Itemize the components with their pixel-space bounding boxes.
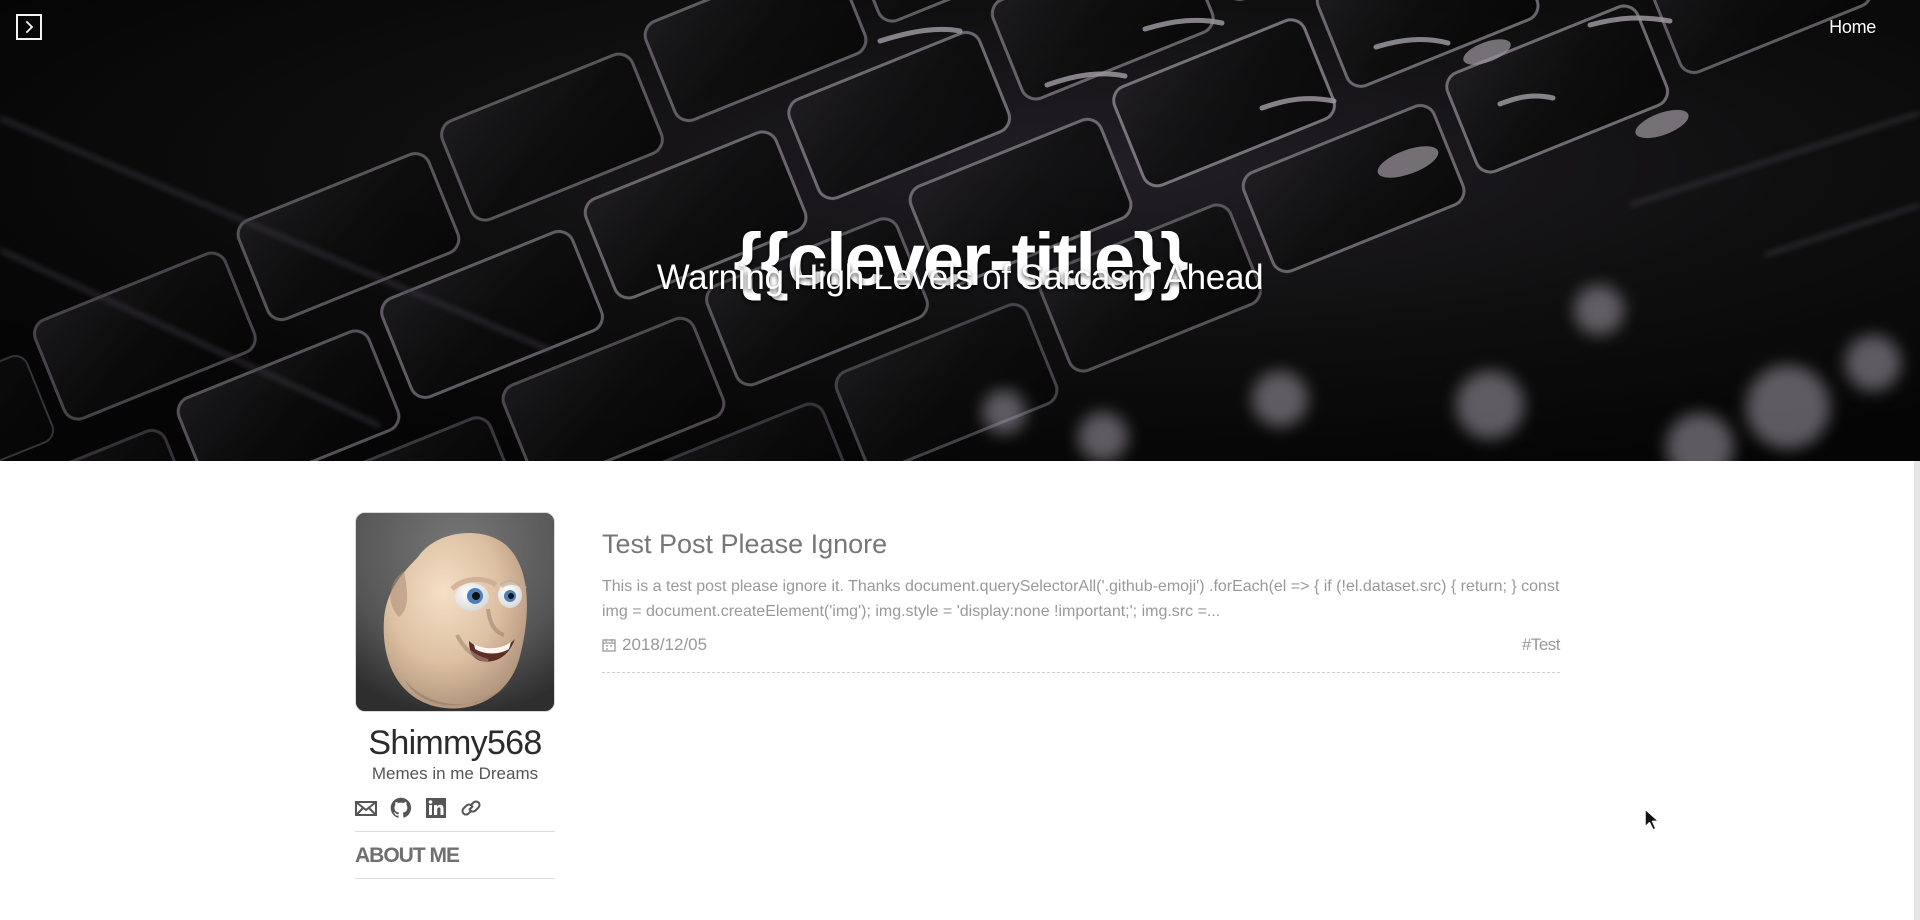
external-link[interactable] (460, 797, 482, 819)
profile-bio: Memes in me Dreams (371, 764, 539, 783)
post-card: Test Post Please Ignore This is a test p… (602, 528, 1561, 673)
link-icon (461, 800, 481, 816)
profile-sidebar: Shimmy568 Memes in me Dreams ABOUT ME (355, 512, 555, 887)
post-tag-link[interactable]: #Test (1522, 632, 1561, 658)
mail-icon (355, 801, 377, 816)
github-icon (390, 797, 412, 818)
linkedin-link[interactable] (425, 797, 447, 819)
vertical-scrollbar[interactable] (1914, 461, 1920, 920)
site-subtitle: Warning High Levels of Sarcasm Ahead (656, 258, 1264, 297)
email-link[interactable] (355, 797, 377, 819)
chevron-right-icon (25, 20, 34, 34)
avatar (355, 512, 555, 712)
mouse-cursor-icon (1644, 808, 1660, 831)
post-date: 2018/12/05 (602, 632, 707, 658)
linkedin-icon (426, 798, 446, 818)
social-links (355, 797, 555, 819)
sidebar-toggle-button[interactable] (16, 14, 42, 40)
post-date-text: 2018/12/05 (622, 635, 708, 654)
post-meta: 2018/12/05 #Test (602, 632, 1561, 658)
about-divider (355, 878, 555, 879)
nav-home-link[interactable]: Home (1829, 17, 1876, 37)
calendar-icon (602, 639, 616, 652)
blog-page: Home {{clever-title}} Warning High Level… (0, 0, 1920, 920)
github-link[interactable] (390, 797, 412, 819)
avatar-image (356, 513, 554, 711)
post-excerpt: This is a test post please ignore it. Th… (602, 578, 1560, 620)
hero-header: Home {{clever-title}} Warning High Level… (0, 0, 1920, 461)
post-title-link[interactable]: Test Post Please Ignore (602, 528, 1560, 560)
about-me-link[interactable]: ABOUT ME (355, 832, 555, 869)
post-divider (602, 672, 1560, 673)
profile-name: Shimmy568 (368, 724, 542, 762)
